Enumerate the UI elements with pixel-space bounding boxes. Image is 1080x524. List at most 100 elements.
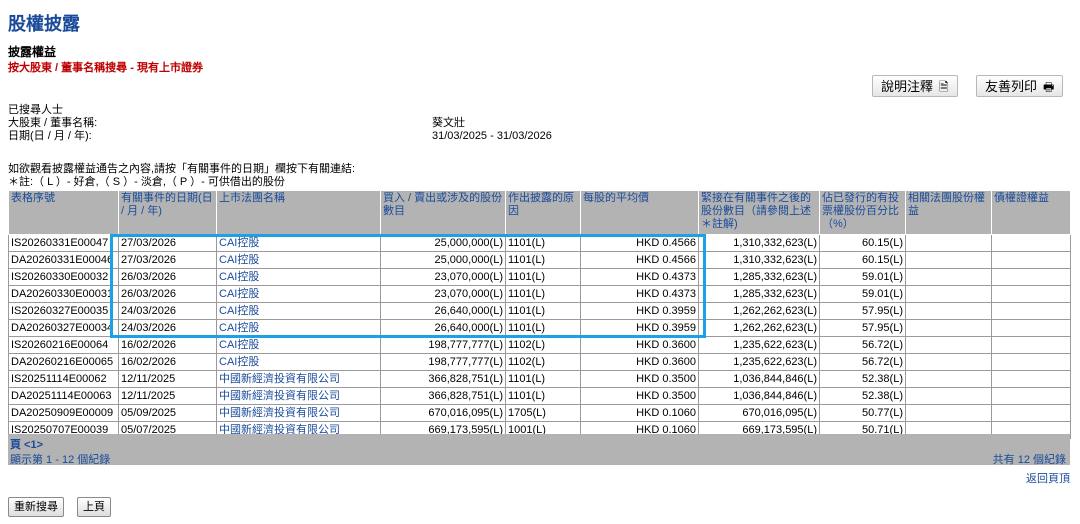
form-number-cell[interactable]: IS20260331E00047 <box>8 234 119 252</box>
reason-cell: 1705(L) <box>505 404 581 422</box>
back-to-top-link[interactable]: 返回頁頂 <box>1026 470 1070 486</box>
percentage-cell: 56.72(L) <box>819 353 906 371</box>
event-date-link[interactable]: 24/03/2026 <box>118 302 217 320</box>
percentage-cell: 57.95(L) <box>819 319 906 337</box>
debenture-cell <box>991 387 1071 405</box>
shares-cell: 26,640,000(L) <box>380 302 506 320</box>
shares-after-cell: 1,285,332,623(L) <box>698 285 820 303</box>
table-row: IS20251114E00062 12/11/2025 中國新經濟投資有限公司 366… <box>8 370 1071 388</box>
avg-price-cell: HKD 0.3500 <box>580 387 699 405</box>
column-header: 緊接在有關事件之後的股份數目（請參閱上述＊註解) <box>698 190 820 235</box>
shares-after-cell: 1,036,844,846(L) <box>698 387 820 405</box>
event-date-link[interactable]: 27/03/2026 <box>118 234 217 252</box>
form-number-cell[interactable]: DA20260330E00031 <box>8 285 119 303</box>
percentage-cell: 50.77(L) <box>819 404 906 422</box>
shares-cell: 25,000,000(L) <box>380 234 506 252</box>
table-row: DA20251114E00063 12/11/2025 中國新經濟投資有限公司 366… <box>8 387 1071 405</box>
percentage-cell: 60.15(L) <box>819 234 906 252</box>
instruction-text: 如欲觀看披露權益通告之內容,請按「有關事件的日期」欄按下有關連結: <box>8 163 356 175</box>
column-header: 佔已發行的有投票權股份百分比（%） <box>819 190 906 235</box>
event-date-link[interactable]: 24/03/2026 <box>118 319 217 337</box>
debenture-cell <box>991 268 1071 286</box>
debenture-cell <box>991 251 1071 269</box>
form-number-cell[interactable]: DA20260216E00065 <box>8 353 119 371</box>
disclosure-table: 表格序號 有關事件的日期(日 / 月 / 年) 上市法團名稱 買入 / 賣出或涉… <box>8 190 1071 439</box>
debenture-cell <box>991 353 1071 371</box>
event-date-link[interactable]: 27/03/2026 <box>118 251 217 269</box>
notes-button[interactable]: 說明注釋 🗎 <box>872 75 958 97</box>
debenture-cell <box>991 302 1071 320</box>
debenture-cell <box>991 404 1071 422</box>
shares-cell: 26,640,000(L) <box>380 319 506 337</box>
form-number-cell[interactable]: DA20260327E00034 <box>8 319 119 337</box>
table-row: IS20260331E00047 27/03/2026 CAI控股 25,000,00… <box>8 234 1071 252</box>
related-corp-cell <box>905 251 992 269</box>
column-header: 上市法團名稱 <box>216 190 381 235</box>
debenture-cell <box>991 234 1071 252</box>
form-number-cell[interactable]: DA20260331E00046 <box>8 251 119 269</box>
event-date-link[interactable]: 12/11/2025 <box>118 370 217 388</box>
related-corp-cell <box>905 319 992 337</box>
table-row: DA20260331E00046 27/03/2026 CAI控股 25,000,00… <box>8 251 1071 269</box>
related-corp-cell <box>905 302 992 320</box>
company-name-cell: CAI控股 <box>216 234 381 252</box>
avg-price-cell: HKD 0.4566 <box>580 234 699 252</box>
avg-price-cell: HKD 0.3959 <box>580 319 699 337</box>
company-name-cell: CAI控股 <box>216 336 381 354</box>
column-header: 有關事件的日期(日 / 月 / 年) <box>118 190 217 235</box>
event-date-link[interactable]: 16/02/2026 <box>118 336 217 354</box>
column-header: 買入 / 賣出或涉及的股份數目 <box>380 190 506 235</box>
shares-after-cell: 1,262,262,623(L) <box>698 302 820 320</box>
page-indicator[interactable]: 頁 <1> <box>10 436 43 452</box>
form-number-cell[interactable]: IS20260330E00032 <box>8 268 119 286</box>
avg-price-cell: HKD 0.3959 <box>580 302 699 320</box>
form-number-cell[interactable]: DA20250909E00009 <box>8 404 119 422</box>
form-number-cell[interactable]: IS20260327E00035 <box>8 302 119 320</box>
research-button[interactable]: 重新搜尋 <box>8 497 64 517</box>
shares-cell: 198,777,777(L) <box>380 353 506 371</box>
company-name-cell: CAI控股 <box>216 285 381 303</box>
reason-cell: 1101(L) <box>505 285 581 303</box>
shares-cell: 25,000,000(L) <box>380 251 506 269</box>
avg-price-cell: HKD 0.4566 <box>580 251 699 269</box>
reason-cell: 1101(L) <box>505 387 581 405</box>
column-header: 每股的平均價 <box>580 190 699 235</box>
avg-price-cell: HKD 0.3600 <box>580 336 699 354</box>
shares-after-cell: 1,235,622,623(L) <box>698 353 820 371</box>
shares-after-cell: 1,285,332,623(L) <box>698 268 820 286</box>
percentage-cell: 59.01(L) <box>819 285 906 303</box>
company-name-cell: 中國新經濟投資有限公司 <box>216 387 381 405</box>
table-row: IS20260216E00064 16/02/2026 CAI控股 198,777,7… <box>8 336 1071 354</box>
form-number-cell[interactable]: IS20251114E00062 <box>8 370 119 388</box>
event-date-link[interactable]: 26/03/2026 <box>118 285 217 303</box>
reason-cell: 1101(L) <box>505 319 581 337</box>
shares-cell: 366,828,751(L) <box>380 387 506 405</box>
avg-price-cell: HKD 0.1060 <box>580 404 699 422</box>
percentage-cell: 52.38(L) <box>819 387 906 405</box>
notes-button-label: 說明注釋 <box>881 79 934 94</box>
debenture-cell <box>991 336 1071 354</box>
shares-after-cell: 670,016,095(L) <box>698 404 820 422</box>
event-date-link[interactable]: 26/03/2026 <box>118 268 217 286</box>
debenture-cell <box>991 285 1071 303</box>
avg-price-cell: HKD 0.3500 <box>580 370 699 388</box>
percentage-cell: 59.01(L) <box>819 268 906 286</box>
document-icon: 🗎 <box>939 80 949 94</box>
print-button-label: 友善列印 <box>985 79 1038 94</box>
event-date-link[interactable]: 16/02/2026 <box>118 353 217 371</box>
form-number-cell[interactable]: IS20260216E00064 <box>8 336 119 354</box>
avg-price-cell: HKD 0.3600 <box>580 353 699 371</box>
event-date-link[interactable]: 05/09/2025 <box>118 404 217 422</box>
table-header-row: 表格序號 有關事件的日期(日 / 月 / 年) 上市法團名稱 買入 / 賣出或涉… <box>8 190 1071 235</box>
reason-cell: 1101(L) <box>505 302 581 320</box>
name-value: 葵文壯 <box>432 117 465 129</box>
event-date-link[interactable]: 12/11/2025 <box>118 387 217 405</box>
company-name-cell: CAI控股 <box>216 268 381 286</box>
pagination-bar: 頁 <1> 顯示第 1 - 12 個紀錄 共有 12 個紀錄 <box>8 434 1070 466</box>
related-corp-cell <box>905 268 992 286</box>
company-name-cell: 中國新經濟投資有限公司 <box>216 404 381 422</box>
previous-page-button[interactable]: 上頁 <box>77 497 111 517</box>
print-button[interactable]: 友善列印 🖶 <box>976 75 1064 97</box>
form-number-cell[interactable]: DA20251114E00063 <box>8 387 119 405</box>
related-corp-cell <box>905 353 992 371</box>
